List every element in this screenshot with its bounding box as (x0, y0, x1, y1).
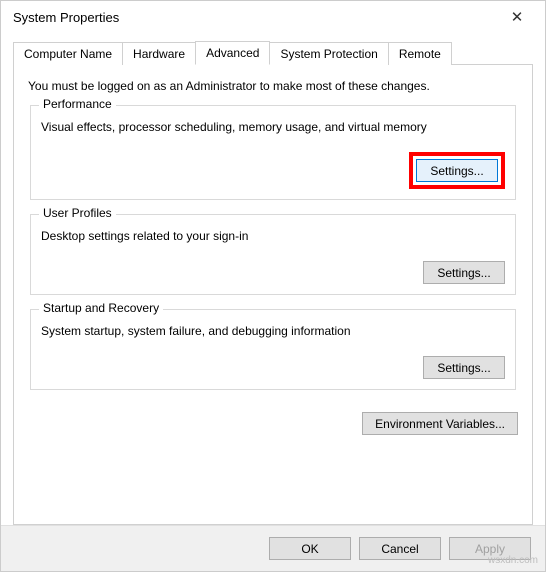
startup-recovery-group-desc: System startup, system failure, and debu… (41, 324, 505, 338)
user-profiles-group: User Profiles Desktop settings related t… (30, 214, 516, 295)
performance-button-row: Settings... (41, 152, 505, 189)
user-profiles-settings-button[interactable]: Settings... (423, 261, 505, 284)
intro-text: You must be logged on as an Administrato… (28, 79, 518, 93)
startup-recovery-settings-button[interactable]: Settings... (423, 356, 505, 379)
tab-remote[interactable]: Remote (388, 42, 452, 65)
startup-recovery-group: Startup and Recovery System startup, sys… (30, 309, 516, 390)
performance-group-title: Performance (39, 97, 116, 111)
watermark: wsxdn.com (488, 555, 538, 566)
titlebar: System Properties ✕ (1, 1, 545, 33)
cancel-button[interactable]: Cancel (359, 537, 441, 560)
performance-group: Performance Visual effects, processor sc… (30, 105, 516, 200)
window-title: System Properties (13, 10, 497, 25)
environment-variables-button[interactable]: Environment Variables... (362, 412, 518, 435)
system-properties-window: System Properties ✕ Computer Name Hardwa… (0, 0, 546, 572)
user-profiles-group-title: User Profiles (39, 206, 116, 220)
performance-settings-button[interactable]: Settings... (416, 159, 498, 182)
tab-system-protection[interactable]: System Protection (269, 42, 388, 65)
tab-advanced[interactable]: Advanced (195, 41, 270, 65)
user-profiles-group-desc: Desktop settings related to your sign-in (41, 229, 505, 243)
user-profiles-button-row: Settings... (41, 261, 505, 284)
ok-button[interactable]: OK (269, 537, 351, 560)
tab-computer-name[interactable]: Computer Name (13, 42, 123, 65)
tab-strip: Computer Name Hardware Advanced System P… (13, 41, 533, 64)
tab-area: Computer Name Hardware Advanced System P… (1, 33, 545, 525)
advanced-tab-panel: You must be logged on as an Administrato… (13, 64, 533, 525)
performance-group-desc: Visual effects, processor scheduling, me… (41, 120, 505, 134)
env-variables-row: Environment Variables... (28, 412, 518, 435)
startup-recovery-button-row: Settings... (41, 356, 505, 379)
highlight-annotation: Settings... (409, 152, 505, 189)
close-icon: ✕ (511, 8, 524, 26)
startup-recovery-group-title: Startup and Recovery (39, 301, 163, 315)
dialog-button-row: OK Cancel Apply (1, 525, 545, 571)
close-button[interactable]: ✕ (497, 3, 537, 31)
tab-hardware[interactable]: Hardware (122, 42, 196, 65)
